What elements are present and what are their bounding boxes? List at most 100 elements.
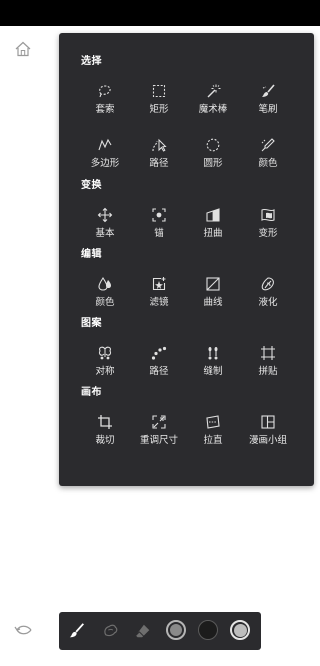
tool-label: 路径 <box>149 366 169 377</box>
tool-warp[interactable]: 变形 <box>240 205 296 249</box>
tool-row: 多边形 路径 圆形 颜色 <box>59 135 314 179</box>
tool-row: 颜色 滤镜 曲线 液化 <box>59 274 314 318</box>
tool-ellipse[interactable]: 圆形 <box>185 135 241 179</box>
warp-icon <box>261 208 275 222</box>
filter-icon <box>152 277 166 291</box>
path-select-icon <box>152 138 167 152</box>
home-button[interactable] <box>14 40 32 58</box>
tool-label: 重调尺寸 <box>139 435 178 446</box>
status-bar <box>0 0 320 26</box>
tool-magic-wand[interactable]: 魔术棒 <box>185 81 241 125</box>
brush-icon <box>69 623 84 638</box>
tool-brush-select[interactable]: 笔刷 <box>240 81 296 125</box>
opacity-indicator <box>233 623 247 637</box>
opacity-control[interactable] <box>230 620 250 640</box>
tool-label: 漫画小组 <box>248 435 287 446</box>
section-title-select: 选择 <box>81 56 102 67</box>
curves-icon <box>206 277 220 291</box>
ellipse-select-icon <box>206 138 220 152</box>
tool-path-select[interactable]: 路径 <box>131 135 187 179</box>
tool-label: 圆形 <box>203 158 223 169</box>
tool-filter[interactable]: 滤镜 <box>131 274 187 318</box>
tool-label: 缝制 <box>203 366 223 377</box>
tool-curves[interactable]: 曲线 <box>185 274 241 318</box>
comic-panels-icon <box>261 415 275 429</box>
symmetry-icon <box>98 346 112 360</box>
polygon-lasso-icon <box>98 138 112 151</box>
tool-label: 曲线 <box>203 297 223 308</box>
magic-wand-icon <box>207 84 221 98</box>
bottom-toolbar <box>59 612 261 650</box>
tool-row: 套索 矩形 魔术棒 笔刷 <box>59 81 314 125</box>
tool-label: 矩形 <box>149 104 169 115</box>
brush-select-icon <box>262 84 275 97</box>
brush-size-control[interactable] <box>166 620 186 640</box>
move-icon <box>97 207 113 223</box>
color-drops-icon <box>98 277 111 291</box>
tool-label: 路径 <box>149 158 169 169</box>
undo-icon <box>14 625 32 635</box>
path-pattern-icon <box>151 346 167 360</box>
tool-path-pattern[interactable]: 路径 <box>131 343 187 387</box>
brush-tool-button[interactable] <box>67 621 87 641</box>
tool-lasso[interactable]: 套索 <box>77 81 133 125</box>
tool-distort[interactable]: 扭曲 <box>185 205 241 249</box>
section-title-edit: 编辑 <box>81 249 102 260</box>
tool-label: 颜色 <box>258 158 278 169</box>
liquify-icon <box>261 277 274 291</box>
smudge-tool-button[interactable] <box>101 621 121 641</box>
section-title-canvas: 画布 <box>81 387 102 398</box>
eraser-icon <box>135 624 150 638</box>
tool-label: 多边形 <box>90 158 120 169</box>
tool-row: 基本 锚 扭曲 变形 <box>59 205 314 249</box>
tool-label: 魔术棒 <box>198 104 228 115</box>
home-icon <box>15 41 31 57</box>
tool-rectangle[interactable]: 矩形 <box>131 81 187 125</box>
tool-crop[interactable]: 裁切 <box>77 412 133 456</box>
tool-tile[interactable]: 拼贴 <box>240 343 296 387</box>
lasso-icon <box>99 85 111 98</box>
tool-label: 对称 <box>95 366 115 377</box>
selection-menu-panel: 选择 套索 矩形 魔术棒 笔刷 多边形 路径 圆形 颜色 变换 基本 锚 扭曲 … <box>59 33 314 486</box>
tool-straighten[interactable]: 拉直 <box>185 412 241 456</box>
tool-label: 套索 <box>95 104 115 115</box>
tool-polygon[interactable]: 多边形 <box>77 135 133 179</box>
color-picker-select-icon <box>261 138 275 152</box>
tool-anchor[interactable]: 锚 <box>131 205 187 249</box>
tool-row: 裁切 重调尺寸 拉直 漫画小组 <box>59 412 314 456</box>
tool-label: 锚 <box>154 228 164 239</box>
tool-stitch[interactable]: 缝制 <box>185 343 241 387</box>
tile-icon <box>261 346 275 360</box>
resize-icon <box>152 415 166 429</box>
tool-label: 裁切 <box>95 435 115 446</box>
brush-size-indicator <box>170 624 182 636</box>
tool-label: 变形 <box>258 228 278 239</box>
tool-label: 笔刷 <box>258 104 278 115</box>
crop-icon <box>98 415 112 429</box>
tool-color-adjust[interactable]: 颜色 <box>77 274 133 318</box>
section-title-pattern: 图案 <box>81 318 102 329</box>
tool-color-select[interactable]: 颜色 <box>240 135 296 179</box>
straighten-icon <box>206 415 220 429</box>
section-title-transform: 变换 <box>81 180 102 191</box>
tool-label: 滤镜 <box>149 297 169 308</box>
tool-label: 液化 <box>258 297 278 308</box>
rectangle-select-icon <box>152 84 166 98</box>
eraser-tool-button[interactable] <box>133 621 153 641</box>
distort-icon <box>206 208 220 222</box>
tool-symmetry[interactable]: 对称 <box>77 343 133 387</box>
tool-row: 对称 路径 缝制 拼贴 <box>59 343 314 387</box>
anchor-transform-icon <box>152 208 166 222</box>
color-swatch-primary[interactable] <box>198 620 218 640</box>
smudge-icon <box>104 624 118 637</box>
tool-label: 拉直 <box>203 435 223 446</box>
tool-resize[interactable]: 重调尺寸 <box>131 412 187 456</box>
stitch-icon <box>208 347 218 360</box>
tool-liquify[interactable]: 液化 <box>240 274 296 318</box>
tool-label: 拼贴 <box>258 366 278 377</box>
tool-label: 颜色 <box>95 297 115 308</box>
tool-comic-panels[interactable]: 漫画小组 <box>240 412 296 456</box>
tool-label: 扭曲 <box>203 228 223 239</box>
undo-button[interactable] <box>14 622 34 636</box>
tool-basic-transform[interactable]: 基本 <box>77 205 133 249</box>
